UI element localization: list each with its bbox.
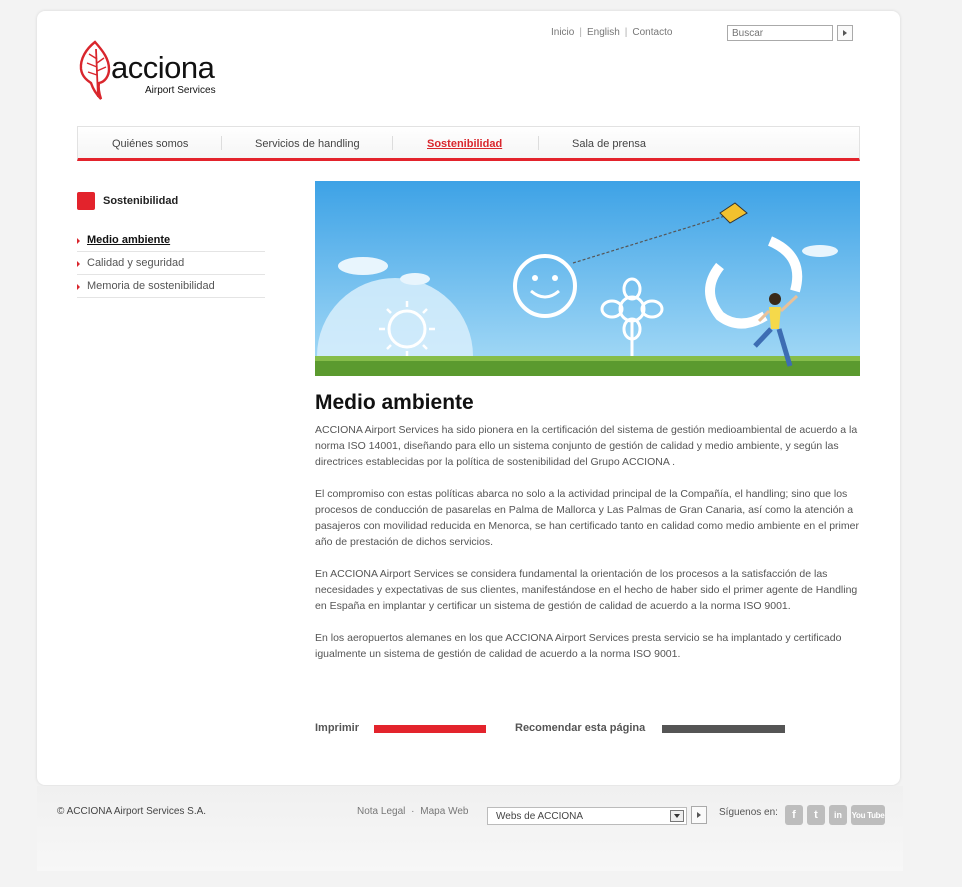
section-marker [77, 192, 95, 210]
nav-quienes-somos[interactable]: Quiénes somos [112, 138, 188, 150]
nav-sostenibilidad[interactable]: Sostenibilidad [427, 138, 502, 150]
webs-select[interactable]: Webs de ACCIONA [487, 807, 687, 825]
nav-divider [538, 136, 539, 150]
paragraph: En los aeropuertos alemanes en los que A… [315, 632, 842, 660]
twitter-icon[interactable]: t [807, 805, 825, 825]
logo[interactable]: acciona Airport Services [79, 39, 229, 103]
arrow-right-icon [697, 812, 701, 818]
sidebar-item-label: Medio ambiente [87, 234, 171, 246]
follow-label: Síguenos en: [719, 807, 778, 818]
bullet-icon [77, 261, 80, 267]
search-button[interactable] [837, 25, 853, 41]
sidebar-item-label: Memoria de sostenibilidad [87, 280, 215, 292]
separator: · [411, 806, 415, 817]
copyright: © ACCIONA Airport Services S.A. [57, 806, 207, 817]
nav-divider [392, 136, 393, 150]
print-bar[interactable] [374, 725, 486, 733]
arrow-right-icon [843, 30, 847, 36]
page-title: Medio ambiente [315, 391, 474, 414]
go-button[interactable] [691, 806, 707, 824]
sidebar-item-label: Calidad y seguridad [87, 257, 185, 269]
logo-subtitle: Airport Services [145, 85, 216, 96]
sidebar-item-calidad[interactable]: Calidad y seguridad [77, 252, 265, 275]
link-english[interactable]: English [587, 27, 620, 38]
hero-banner-image [315, 181, 860, 376]
footer-links: Nota Legal · Mapa Web [357, 806, 468, 817]
youtube-icon[interactable]: You Tube [851, 805, 885, 825]
link-inicio[interactable]: Inicio [551, 27, 574, 38]
select-value: Webs de ACCIONA [496, 811, 584, 822]
sidebar-title: Sostenibilidad [103, 195, 179, 207]
linkedin-icon[interactable]: in [829, 805, 847, 825]
logo-name: acciona [111, 50, 215, 85]
print-button[interactable]: Imprimir [315, 722, 359, 734]
sidebar-menu: Medio ambiente Calidad y seguridad Memor… [77, 229, 265, 298]
link-mapa-web[interactable]: Mapa Web [420, 806, 468, 817]
nav-servicios-handling[interactable]: Servicios de handling [255, 138, 360, 150]
bullet-icon [77, 238, 80, 244]
facebook-icon[interactable]: f [785, 805, 803, 825]
separator: | [579, 27, 582, 38]
recommend-button[interactable]: Recomendar esta página [515, 722, 645, 734]
nav-sala-prensa[interactable]: Sala de prensa [572, 138, 646, 150]
sidebar-item-memoria[interactable]: Memoria de sostenibilidad [77, 275, 265, 298]
link-nota-legal[interactable]: Nota Legal [357, 806, 405, 817]
content-body: ACCIONA Airport Services ha sido pionera… [315, 422, 862, 678]
top-links: Inicio | English | Contacto [551, 27, 672, 38]
paragraph: ACCIONA Airport Services ha sido pionera… [315, 424, 858, 468]
paragraph: El compromiso con estas políticas abarca… [315, 488, 859, 548]
paragraph: En ACCIONA Airport Services se considera… [315, 568, 858, 612]
separator: | [624, 27, 628, 38]
link-contacto[interactable]: Contacto [632, 27, 672, 38]
chevron-down-icon[interactable] [670, 810, 684, 822]
footer: © ACCIONA Airport Services S.A. Nota Leg… [37, 786, 903, 871]
recommend-bar[interactable] [662, 725, 785, 733]
bullet-icon [77, 284, 80, 290]
sidebar-item-medio-ambiente[interactable]: Medio ambiente [77, 229, 265, 252]
page-container: Inicio | English | Contacto acciona Airp… [37, 11, 900, 785]
main-navigation: Quiénes somos Servicios de handling Sost… [77, 126, 860, 161]
nav-divider [221, 136, 222, 150]
search-input[interactable] [727, 25, 833, 41]
